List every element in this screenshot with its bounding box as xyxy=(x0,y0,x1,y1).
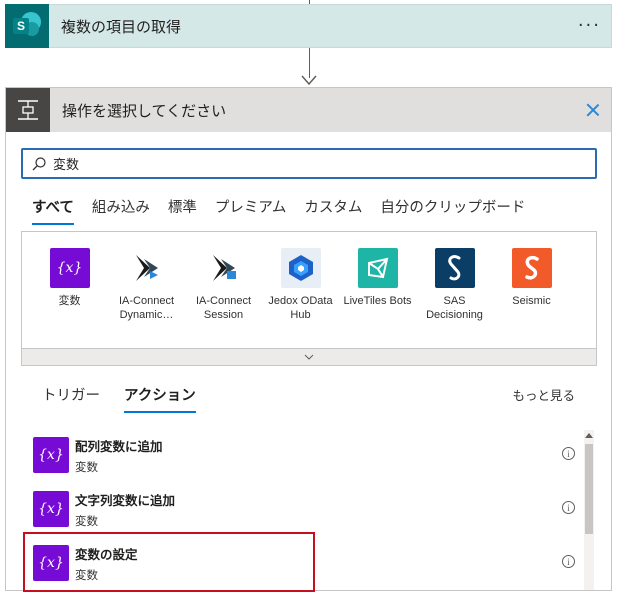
connector-label: IA-Connect Dynamic… xyxy=(118,295,175,321)
action-append-to-string-variable[interactable]: {x} 文字列変数に追加 変数 i xyxy=(21,482,597,536)
step-get-items-card[interactable]: S 複数の項目の取得 ··· xyxy=(5,4,612,48)
connector-label: 変数 xyxy=(58,295,81,307)
card-title: 操作を選択してください xyxy=(62,101,227,120)
ia-connect-session-icon xyxy=(204,248,244,288)
arrow-down-icon xyxy=(301,75,317,86)
connector-label: SAS Decisioning xyxy=(426,295,483,321)
action-subtitle: 変数 xyxy=(75,567,98,582)
sas-icon xyxy=(434,248,475,288)
action-title: 配列変数に追加 xyxy=(75,438,163,454)
connector-livetiles-bots[interactable]: LiveTiles Bots xyxy=(339,248,416,322)
seismic-icon xyxy=(511,248,552,288)
tab-standard[interactable]: 標準 xyxy=(168,196,197,225)
variable-icon: {x} xyxy=(33,437,69,473)
card-header: 操作を選択してください xyxy=(6,88,611,132)
action-set-variable[interactable]: {x} 変数の設定 変数 i xyxy=(21,536,597,590)
action-subtitle: 変数 xyxy=(75,459,98,474)
info-icon[interactable]: i xyxy=(562,447,575,460)
scroll-up-icon[interactable] xyxy=(584,430,594,440)
see-more-link[interactable]: もっと見る xyxy=(512,385,575,404)
jedox-icon xyxy=(280,248,321,288)
tab-premium[interactable]: プレミアム xyxy=(215,196,287,225)
connector-label: IA-Connect Session xyxy=(195,295,252,321)
scrollbar[interactable] xyxy=(584,430,594,590)
connector-panel: {x} 変数 IA-Connect Dynamic… IA-Connect Se… xyxy=(21,231,597,366)
connector-label: LiveTiles Bots xyxy=(343,295,412,307)
more-options-button[interactable]: ··· xyxy=(578,17,601,35)
variable-icon: {x} xyxy=(33,545,69,581)
tab-all[interactable]: すべて xyxy=(32,196,74,225)
tab-actions[interactable]: アクション xyxy=(124,384,196,413)
action-subtitle: 変数 xyxy=(75,513,98,528)
info-icon[interactable]: i xyxy=(562,501,575,514)
tab-builtin[interactable]: 組み込み xyxy=(92,196,150,225)
variable-icon: {x} xyxy=(49,248,90,288)
trigger-action-tabs: トリガー アクション xyxy=(42,384,220,413)
connector-jedox-odata-hub[interactable]: Jedox OData Hub xyxy=(262,248,339,322)
category-tabs: すべて 組み込み 標準 プレミアム カスタム 自分のクリップボード xyxy=(32,196,543,225)
tab-my-clipboard[interactable]: 自分のクリップボード xyxy=(380,196,525,225)
chevron-down-icon xyxy=(304,354,314,360)
connector-label: Jedox OData Hub xyxy=(268,295,333,321)
connector-variable[interactable]: {x} 変数 xyxy=(31,248,108,322)
search-box[interactable] xyxy=(21,148,597,179)
connector-sas-decisioning[interactable]: SAS Decisioning xyxy=(416,248,493,322)
action-list: {x} 配列変数に追加 変数 i {x} 文字列変数に追加 変数 i {x} 変… xyxy=(21,428,597,592)
operation-icon xyxy=(6,88,50,132)
sharepoint-icon: S xyxy=(5,4,49,48)
connector-ia-connect-session[interactable]: IA-Connect Session xyxy=(185,248,262,322)
ia-connect-dynamics-icon xyxy=(127,248,167,288)
action-title: 文字列変数に追加 xyxy=(75,492,176,508)
action-title: 変数の設定 xyxy=(75,546,138,562)
tab-custom[interactable]: カスタム xyxy=(304,196,362,225)
connector-ia-connect-dynamics[interactable]: IA-Connect Dynamic… xyxy=(108,248,185,322)
variable-icon: {x} xyxy=(33,491,69,527)
search-icon xyxy=(32,156,46,170)
info-icon[interactable]: i xyxy=(562,555,575,568)
livetiles-icon xyxy=(357,248,398,288)
close-icon[interactable] xyxy=(583,100,603,120)
search-input[interactable] xyxy=(53,156,595,171)
step-title: 複数の項目の取得 xyxy=(61,17,182,36)
scrollbar-thumb[interactable] xyxy=(585,444,593,534)
connector-label: Seismic xyxy=(512,295,551,307)
tab-triggers[interactable]: トリガー xyxy=(42,384,100,413)
choose-operation-card: 操作を選択してください すべて 組み込み 標準 プレミアム カスタム 自分のクリ… xyxy=(5,87,612,592)
action-append-to-array-variable[interactable]: {x} 配列変数に追加 変数 i xyxy=(21,428,597,482)
expand-connectors-button[interactable] xyxy=(21,348,597,366)
connector-seismic[interactable]: Seismic xyxy=(493,248,570,322)
